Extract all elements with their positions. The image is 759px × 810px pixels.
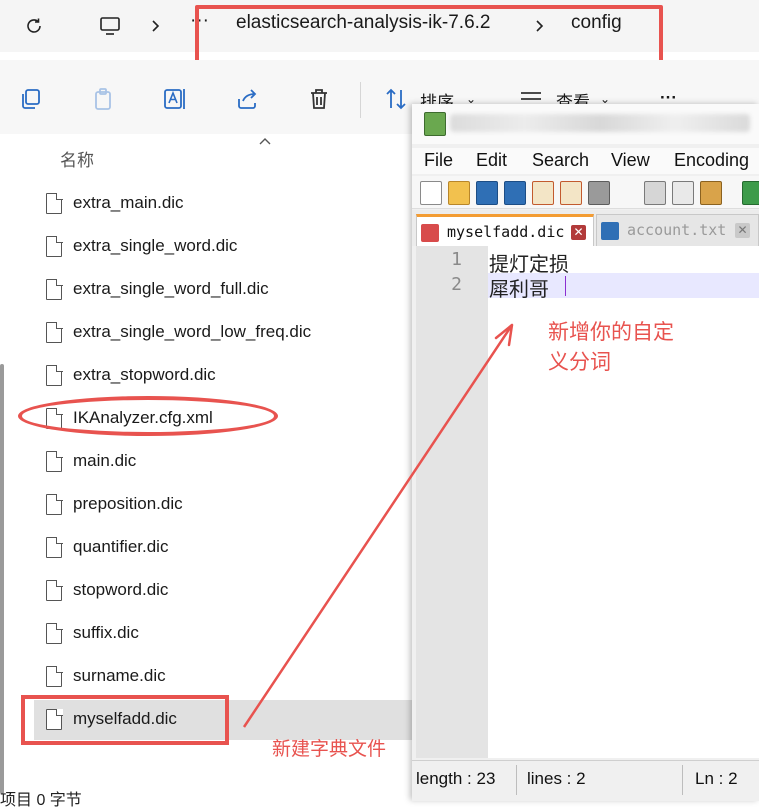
status-divider <box>682 765 683 795</box>
notepad-toolbar <box>412 176 759 209</box>
file-icon <box>46 622 63 644</box>
notepad-title-bar <box>412 104 759 144</box>
menu-view[interactable]: View <box>611 150 650 171</box>
close-icon[interactable]: ✕ <box>571 225 586 240</box>
file-name: extra_single_word_low_freq.dic <box>73 322 312 341</box>
notepad-app-icon <box>424 112 446 136</box>
file-icon <box>46 450 63 472</box>
menu-encoding[interactable]: Encoding <box>674 150 749 171</box>
file-name: extra_single_word.dic <box>73 236 238 255</box>
tab-label: account.txt <box>627 221 727 239</box>
close-all-icon[interactable] <box>560 181 582 205</box>
file-row[interactable]: extra_single_word_full.dic <box>34 270 412 310</box>
sort-up-icon <box>258 134 272 150</box>
file-name: suffix.dic <box>73 623 139 642</box>
cut-icon[interactable] <box>644 181 666 205</box>
file-name: quantifier.dic <box>73 537 169 556</box>
file-row[interactable]: main.dic <box>34 442 412 482</box>
sort-icon[interactable] <box>384 86 410 112</box>
unsaved-file-icon <box>421 224 439 242</box>
file-icon <box>46 536 63 558</box>
file-icon <box>46 278 63 300</box>
file-name: extra_main.dic <box>73 193 184 212</box>
replace-icon[interactable] <box>742 181 759 205</box>
file-icon <box>46 493 63 515</box>
toolbar-divider <box>360 82 361 118</box>
chevron-right-icon <box>142 12 170 40</box>
paste-icon[interactable] <box>90 86 116 112</box>
tab-label: myselfadd.dic <box>447 223 565 241</box>
line-number: 1 <box>451 249 462 270</box>
file-icon <box>46 579 63 601</box>
code-line[interactable]: 提灯定损 <box>488 248 759 276</box>
explorer-status-text: 项目 0 字节 <box>0 792 82 809</box>
menu-edit[interactable]: Edit <box>476 150 507 171</box>
saved-file-icon <box>601 222 619 240</box>
print-icon[interactable] <box>588 181 610 205</box>
status-length: length : 23 <box>416 769 496 788</box>
file-icon <box>46 235 63 257</box>
file-row[interactable]: preposition.dic <box>34 485 412 525</box>
file-name: surname.dic <box>73 666 166 685</box>
status-divider <box>516 765 517 795</box>
file-row[interactable]: surname.dic <box>34 657 412 697</box>
file-row[interactable]: extra_main.dic <box>34 184 412 224</box>
delete-icon[interactable] <box>306 86 332 112</box>
file-row[interactable]: suffix.dic <box>34 614 412 654</box>
menu-bar: File Edit Search View Encoding <box>412 148 759 174</box>
refresh-icon[interactable] <box>20 12 48 40</box>
status-ln: Ln : 2 <box>695 769 738 788</box>
tab-myselfadd[interactable]: myselfadd.dic ✕ <box>416 214 594 246</box>
paste-icon[interactable] <box>700 181 722 205</box>
save-icon[interactable] <box>476 181 498 205</box>
new-file-icon[interactable] <box>420 181 442 205</box>
file-name: extra_single_word_full.dic <box>73 279 269 298</box>
file-icon <box>46 321 63 343</box>
highlight-ellipse <box>18 396 278 436</box>
share-icon[interactable] <box>234 86 260 112</box>
code-line-current[interactable]: 犀利哥 <box>488 273 759 301</box>
scrollbar[interactable] <box>0 364 4 794</box>
file-icon <box>46 364 63 386</box>
annotation-custom-words-1: 新增你的自定 <box>548 320 674 344</box>
code-text: 犀利哥 <box>489 277 549 301</box>
tab-bar: myselfadd.dic ✕ account.txt ✕ <box>412 210 759 246</box>
copy-icon[interactable] <box>18 86 44 112</box>
file-icon <box>46 192 63 214</box>
breadcrumb-highlight-box <box>195 5 663 65</box>
menu-file[interactable]: File <box>424 150 453 171</box>
notepad-status-bar: length : 23 lines : 2 Ln : 2 <box>412 760 759 801</box>
close-file-icon[interactable] <box>532 181 554 205</box>
rename-icon[interactable] <box>162 86 188 112</box>
file-icon <box>46 665 63 687</box>
status-lines: lines : 2 <box>527 769 586 788</box>
file-row[interactable]: extra_single_word_low_freq.dic <box>34 313 412 353</box>
line-number-gutter: 1 2 <box>416 246 488 758</box>
file-name: extra_stopword.dic <box>73 365 216 384</box>
blurred-window-title <box>450 114 750 132</box>
file-name: main.dic <box>73 451 137 470</box>
file-row[interactable]: extra_stopword.dic <box>34 356 412 396</box>
open-file-icon[interactable] <box>448 181 470 205</box>
file-name: stopword.dic <box>73 580 169 599</box>
highlight-rect <box>21 695 229 745</box>
save-all-icon[interactable] <box>504 181 526 205</box>
file-row[interactable]: stopword.dic <box>34 571 412 611</box>
annotation-custom-words-2: 义分词 <box>548 350 611 374</box>
file-row[interactable]: extra_single_word.dic <box>34 227 412 267</box>
file-row[interactable]: quantifier.dic <box>34 528 412 568</box>
line-number: 2 <box>451 274 462 295</box>
close-icon[interactable]: ✕ <box>735 223 750 238</box>
column-header-name[interactable]: 名称 <box>60 146 94 171</box>
file-name: preposition.dic <box>73 494 183 513</box>
tab-account[interactable]: account.txt ✕ <box>596 214 759 246</box>
menu-search[interactable]: Search <box>532 150 589 171</box>
copy-icon[interactable] <box>672 181 694 205</box>
annotation-new-dict: 新建字典文件 <box>272 738 387 760</box>
text-caret <box>565 276 566 296</box>
computer-icon[interactable] <box>96 12 124 40</box>
notepad-window: File Edit Search View Encoding myselfadd… <box>412 104 759 801</box>
